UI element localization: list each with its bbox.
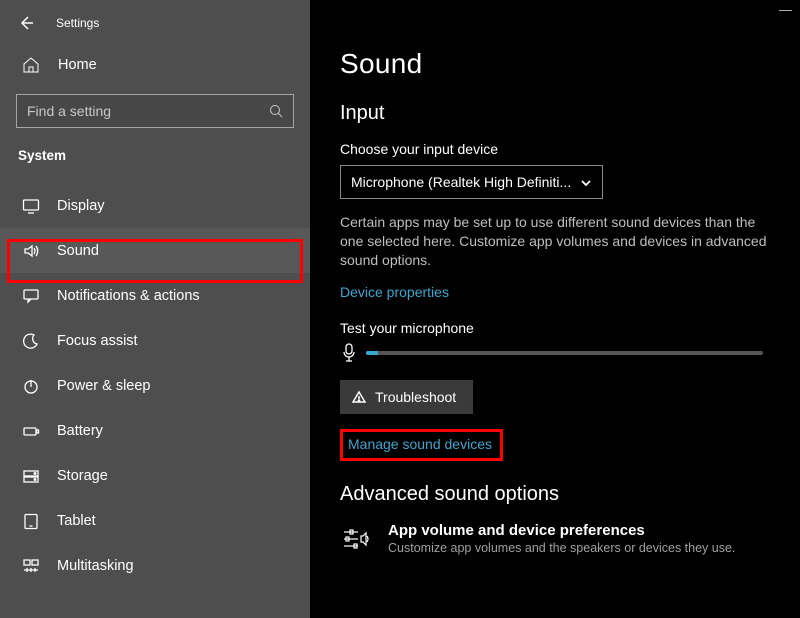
description-text: Certain apps may be set up to use differ… [340, 199, 780, 270]
adv-pref-title: App volume and device preferences [388, 522, 735, 539]
page-title: Sound [340, 0, 780, 80]
window-controls: — [779, 0, 792, 18]
sidebar-item-label: Power & sleep [57, 378, 151, 394]
microphone-icon [340, 342, 358, 364]
device-properties-link[interactable]: Device properties [340, 284, 449, 300]
search-input[interactable] [16, 94, 294, 128]
manage-sound-devices-link[interactable]: Manage sound devices [348, 436, 492, 452]
troubleshoot-label: Troubleshoot [375, 389, 456, 405]
sidebar-item-tablet[interactable]: Tablet [0, 498, 310, 543]
sidebar: Settings Home System Display [0, 0, 310, 618]
main-content: — Sound Input Choose your input device M… [310, 0, 800, 618]
home-icon [22, 56, 40, 74]
sound-icon [22, 242, 40, 260]
dropdown-value: Microphone (Realtek High Definiti... [351, 174, 571, 190]
home-nav[interactable]: Home [0, 38, 310, 88]
choose-device-label: Choose your input device [340, 125, 780, 157]
input-heading: Input [340, 80, 780, 125]
sidebar-item-multitasking[interactable]: Multitasking [0, 543, 310, 588]
sidebar-item-label: Sound [57, 243, 99, 259]
section-heading: System [0, 142, 310, 183]
sidebar-item-sound[interactable]: Sound [0, 228, 310, 273]
sidebar-item-label: Battery [57, 423, 103, 439]
nav-list: Display Sound Notifications & actions Fo… [0, 183, 310, 588]
search-icon [269, 104, 283, 118]
sidebar-item-label: Storage [57, 468, 108, 484]
sidebar-item-label: Multitasking [57, 558, 134, 574]
sidebar-item-display[interactable]: Display [0, 183, 310, 228]
sidebar-item-power[interactable]: Power & sleep [0, 363, 310, 408]
chevron-down-icon [580, 176, 592, 188]
sidebar-item-label: Notifications & actions [57, 288, 200, 304]
battery-icon [22, 422, 40, 440]
sidebar-item-battery[interactable]: Battery [0, 408, 310, 453]
back-icon[interactable] [18, 15, 34, 31]
sidebar-item-label: Tablet [57, 513, 96, 529]
sliders-icon [340, 524, 370, 554]
storage-icon [22, 467, 40, 485]
minimize-button[interactable]: — [779, 2, 792, 17]
display-icon [22, 197, 40, 215]
window-title: Settings [56, 16, 99, 30]
sidebar-item-focus[interactable]: Focus assist [0, 318, 310, 363]
app-volume-preferences[interactable]: App volume and device preferences Custom… [340, 506, 780, 555]
tablet-icon [22, 512, 40, 530]
sidebar-item-storage[interactable]: Storage [0, 453, 310, 498]
power-icon [22, 377, 40, 395]
sidebar-item-notifications[interactable]: Notifications & actions [0, 273, 310, 318]
notifications-icon [22, 287, 40, 305]
troubleshoot-button[interactable]: Troubleshoot [340, 380, 473, 414]
highlight-manage: Manage sound devices [340, 429, 503, 461]
focus-icon [22, 332, 40, 350]
mic-level-fill [366, 351, 378, 355]
warning-icon [352, 390, 366, 404]
sidebar-item-label: Display [57, 198, 105, 214]
home-label: Home [58, 57, 97, 73]
advanced-heading: Advanced sound options [340, 461, 780, 506]
mic-level-meter [366, 351, 763, 355]
input-device-dropdown[interactable]: Microphone (Realtek High Definiti... [340, 165, 603, 199]
mic-level-row [340, 342, 780, 364]
sidebar-item-label: Focus assist [57, 333, 138, 349]
test-mic-label: Test your microphone [340, 302, 780, 336]
adv-text: App volume and device preferences Custom… [388, 522, 735, 555]
multitasking-icon [22, 557, 40, 575]
adv-pref-sub: Customize app volumes and the speakers o… [388, 539, 735, 555]
topbar: Settings [0, 8, 310, 38]
search-field[interactable] [27, 103, 247, 119]
